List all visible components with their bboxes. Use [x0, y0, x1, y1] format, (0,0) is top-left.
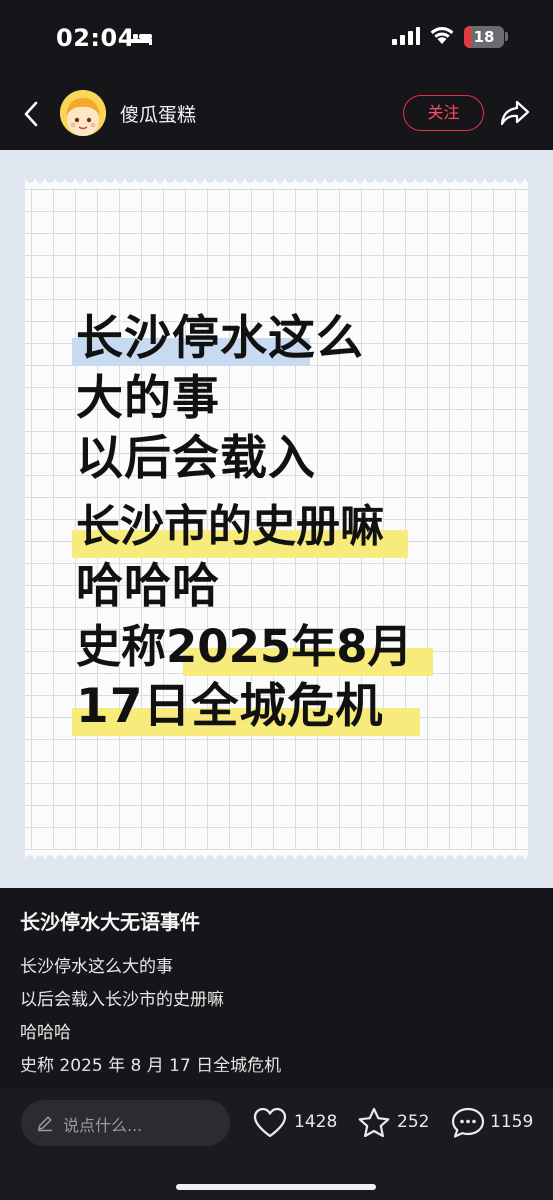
follow-button[interactable]: 关注 [403, 95, 484, 131]
text-fade [0, 1068, 553, 1088]
post-image[interactable]: 长沙停水这么 大的事 以后会载入 长沙市的史册嘛 哈哈哈 史称2025年8月 1… [0, 150, 553, 888]
comment-count: 1159 [490, 1112, 534, 1132]
pen-icon [38, 1116, 52, 1132]
favorite-count: 252 [397, 1112, 430, 1132]
post-header: 傻瓜蛋糕 关注 [0, 76, 553, 150]
post-body-line: 哈哈哈 [20, 1023, 71, 1043]
home-indicator[interactable] [176, 1184, 376, 1190]
note-line: 长沙市的史册嘛 [76, 501, 384, 552]
wifi-icon [430, 27, 454, 44]
post-title: 长沙停水大无语事件 [20, 910, 200, 934]
note-line: 大的事 [76, 371, 220, 426]
note-line: 哈哈哈 [76, 559, 220, 614]
like-button[interactable]: 1428 [252, 1106, 342, 1140]
status-time: 02:04 [56, 24, 135, 52]
battery-level: 18 [473, 28, 495, 46]
note-line: 以后会载入 [76, 431, 316, 486]
post-content: 长沙停水大无语事件 长沙停水这么大的事 以后会载入长沙市的史册嘛 哈哈哈 史称 … [0, 888, 553, 1088]
like-count: 1428 [294, 1112, 338, 1132]
note-paper-bottom-edge [25, 850, 528, 860]
note-line: 17日全城危机 [76, 679, 384, 734]
bed-icon [128, 30, 152, 45]
bottom-bar: 说点什么... 1428 252 1159 [0, 1088, 553, 1200]
comment-bubble-icon [451, 1107, 485, 1138]
comment-button[interactable]: 1159 [450, 1106, 534, 1140]
avatar[interactable] [60, 90, 106, 136]
star-icon [358, 1107, 390, 1138]
note-paper-top-edge [25, 178, 528, 188]
signal-icon [392, 27, 420, 45]
note-line: 长沙停水这么 [76, 311, 364, 366]
comment-placeholder[interactable]: 说点什么... [63, 1112, 142, 1136]
post-body-line: 长沙停水这么大的事 [20, 957, 173, 977]
status-bar: 02:04 18 [0, 0, 553, 76]
note-line: 史称2025年8月 [76, 620, 413, 673]
author-name[interactable]: 傻瓜蛋糕 [120, 100, 196, 127]
heart-icon [253, 1107, 287, 1138]
battery-icon: 18 [464, 26, 504, 48]
post-body-line: 以后会载入长沙市的史册嘛 [20, 990, 224, 1010]
battery-cap [505, 32, 508, 41]
favorite-button[interactable]: 252 [356, 1106, 436, 1140]
avatar-image [60, 90, 106, 136]
share-icon[interactable] [499, 98, 531, 128]
back-icon[interactable] [20, 100, 42, 128]
